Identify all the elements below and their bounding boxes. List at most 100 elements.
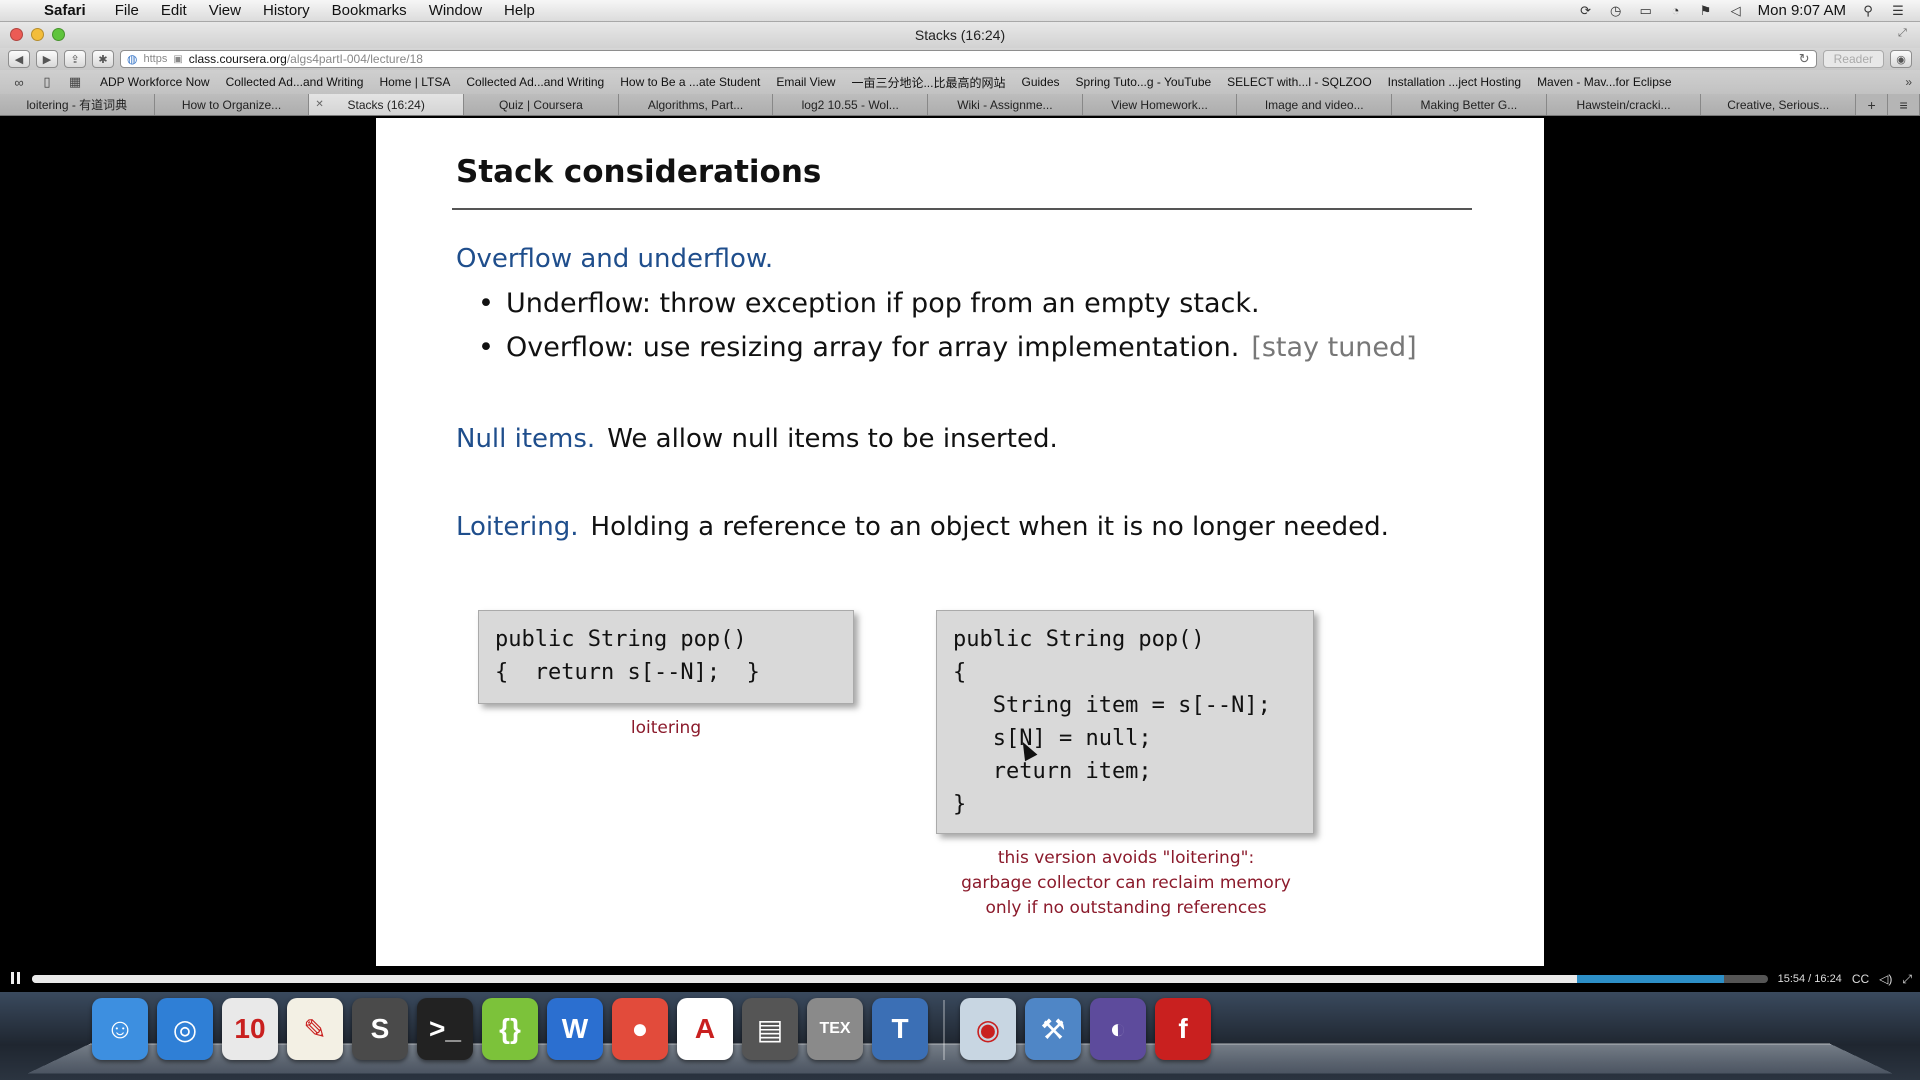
menu-bookmarks[interactable]: Bookmarks bbox=[321, 2, 418, 19]
window-title: Stacks (16:24) bbox=[914, 27, 1006, 43]
video-player[interactable]: Stack considerations Overflow and underf… bbox=[0, 116, 1920, 976]
menu-help[interactable]: Help bbox=[493, 2, 546, 19]
volume-icon[interactable]: ◁ bbox=[1728, 3, 1744, 18]
new-tab-button[interactable]: + bbox=[1856, 94, 1889, 115]
tab-label: View Homework... bbox=[1111, 97, 1208, 112]
top-sites-grid-icon[interactable]: ▦ bbox=[64, 74, 86, 90]
bullet-text: Overflow: use resizing array for array i… bbox=[506, 332, 1240, 363]
menu-edit[interactable]: Edit bbox=[150, 2, 198, 19]
tab-stacks[interactable]: ✕ Stacks (16:24) bbox=[309, 94, 465, 115]
bullet-underflow: • Underflow: throw exception if pop from … bbox=[478, 288, 1260, 319]
tab-creative[interactable]: Creative, Serious... bbox=[1701, 94, 1857, 115]
url-scheme: https bbox=[143, 53, 168, 65]
bookmarks-overflow-icon[interactable]: » bbox=[1905, 75, 1920, 89]
pause-button[interactable] bbox=[8, 972, 22, 986]
bookmark-item[interactable]: Maven - Mav...for Eclipse bbox=[1529, 75, 1679, 89]
share-icon: ⇪ bbox=[70, 53, 80, 66]
caption-line: garbage collector can reclaim memory bbox=[961, 873, 1291, 893]
reader-button[interactable]: Reader bbox=[1822, 50, 1884, 68]
dock-preview-icon[interactable]: ◉ bbox=[960, 998, 1016, 1060]
dock-finder-icon[interactable]: ☺ bbox=[92, 998, 148, 1060]
forward-button[interactable]: ▶ bbox=[36, 50, 58, 68]
fullscreen-icon[interactable]: ⤢ bbox=[1898, 27, 1912, 41]
close-tab-icon[interactable]: ✕ bbox=[315, 99, 323, 110]
wifi-icon[interactable]: ◔ bbox=[1668, 3, 1684, 18]
menu-clock[interactable]: Mon 9:07 AM bbox=[1758, 2, 1846, 19]
dock-console-icon[interactable]: ▤ bbox=[742, 998, 798, 1060]
extensions-button[interactable]: ✱ bbox=[92, 50, 114, 68]
menu-window[interactable]: Window bbox=[418, 2, 493, 19]
dock-safari-icon[interactable]: ◎ bbox=[157, 998, 213, 1060]
bookmark-item[interactable]: ADP Workforce Now bbox=[92, 75, 218, 89]
tab-view-homework[interactable]: View Homework... bbox=[1082, 94, 1238, 115]
window-title-bar: Stacks (16:24) ⤢ bbox=[0, 22, 1920, 48]
menu-file[interactable]: File bbox=[104, 2, 150, 19]
bookmarks-book-icon[interactable]: ▯ bbox=[36, 74, 58, 90]
bookmark-item[interactable]: Collected Ad...and Writing bbox=[218, 75, 372, 89]
volume-icon[interactable]: ◁) bbox=[1879, 972, 1892, 986]
caption-no-loitering: this version avoids "loitering": garbage… bbox=[906, 846, 1346, 921]
dock-terminal-icon[interactable]: >_ bbox=[417, 998, 473, 1060]
minimize-window-button[interactable] bbox=[31, 28, 44, 41]
dock-chrome-icon[interactable]: ● bbox=[612, 998, 668, 1060]
reload-icon[interactable]: ↻ bbox=[1799, 51, 1810, 67]
sync-icon[interactable]: ⟳ bbox=[1578, 3, 1594, 18]
null-items-heading: Null items. bbox=[456, 424, 596, 454]
dock-acrobat-icon[interactable]: A bbox=[677, 998, 733, 1060]
dock-textedit-icon[interactable]: ✎ bbox=[287, 998, 343, 1060]
bookmark-item[interactable]: How to Be a ...ate Student bbox=[612, 75, 768, 89]
tab-algorithms[interactable]: Algorithms, Part... bbox=[618, 94, 774, 115]
tab-making-better[interactable]: Making Better G... bbox=[1392, 94, 1547, 115]
time-machine-icon[interactable]: ◷ bbox=[1608, 3, 1624, 18]
bookmark-item[interactable]: Email View bbox=[768, 75, 843, 89]
tab-loitering[interactable]: loitering - 有道词典 bbox=[0, 94, 155, 115]
bookmark-item[interactable]: Spring Tuto...g - YouTube bbox=[1068, 75, 1220, 89]
dock-brackets-icon[interactable]: {} bbox=[482, 998, 538, 1060]
dock-texshop-icon[interactable]: TEX bbox=[807, 998, 863, 1060]
dock-calendar-icon[interactable]: 10 bbox=[222, 998, 278, 1060]
app-menu[interactable]: Safari bbox=[36, 2, 94, 19]
bookmark-item[interactable]: Home | LTSA bbox=[371, 75, 458, 89]
dock-xcode-icon[interactable]: ⚒ bbox=[1025, 998, 1081, 1060]
tab-overview-button[interactable]: ≡ bbox=[1888, 94, 1920, 115]
dock-flash-icon[interactable]: f bbox=[1155, 998, 1211, 1060]
progress-played bbox=[32, 975, 1577, 983]
tab-hawstein[interactable]: Hawstein/cracki... bbox=[1546, 94, 1702, 115]
progress-bar[interactable] bbox=[32, 975, 1768, 983]
progress-tail bbox=[1577, 975, 1725, 983]
bookmark-item[interactable]: Collected Ad...and Writing bbox=[458, 75, 612, 89]
dock-sublime-icon[interactable]: S bbox=[352, 998, 408, 1060]
tab-log2[interactable]: log2 10.55 - Wol... bbox=[773, 94, 929, 115]
close-window-button[interactable] bbox=[10, 28, 23, 41]
menu-history[interactable]: History bbox=[252, 2, 321, 19]
tab-image-video[interactable]: Image and video... bbox=[1237, 94, 1393, 115]
bookmark-item[interactable]: SELECT with...l - SQLZOO bbox=[1219, 75, 1379, 89]
status-area: ⟳ ◷ ▭ ◔ ⚑ ◁ Mon 9:07 AM ⚲ ☰ bbox=[1578, 2, 1920, 19]
bookmark-item[interactable]: 一亩三分地论...比最高的网站 bbox=[843, 74, 1013, 91]
menu-view[interactable]: View bbox=[198, 2, 252, 19]
bookmark-item[interactable]: Guides bbox=[1013, 75, 1067, 89]
dock-textwrangler-icon[interactable]: T bbox=[872, 998, 928, 1060]
bookmark-item[interactable]: Installation ...ject Hosting bbox=[1380, 75, 1529, 89]
tab-label: Algorithms, Part... bbox=[647, 97, 744, 112]
zoom-window-button[interactable] bbox=[52, 28, 65, 41]
notification-center-icon[interactable]: ☰ bbox=[1890, 3, 1906, 18]
downloads-button[interactable]: ◉ bbox=[1890, 50, 1912, 68]
tab-how-to-organize[interactable]: How to Organize... bbox=[154, 94, 310, 115]
share-button[interactable]: ⇪ bbox=[64, 50, 86, 68]
display-icon[interactable]: ▭ bbox=[1638, 3, 1654, 18]
fullscreen-icon[interactable]: ⤢ bbox=[1902, 972, 1912, 987]
address-bar[interactable]: ◍ https ▣ class.coursera.org /algs4partI… bbox=[120, 50, 1817, 68]
tab-label: Wiki - Assignme... bbox=[957, 97, 1053, 112]
url-host: class.coursera.org bbox=[188, 52, 287, 66]
tab-quiz[interactable]: Quiz | Coursera bbox=[464, 94, 619, 115]
dock-word-icon[interactable]: W bbox=[547, 998, 603, 1060]
overflow-heading: Overflow and underflow. bbox=[456, 244, 774, 274]
captions-button[interactable]: CC bbox=[1852, 972, 1869, 986]
tab-wiki[interactable]: Wiki - Assignme... bbox=[928, 94, 1083, 115]
flag-icon[interactable]: ⚑ bbox=[1698, 3, 1714, 18]
reading-list-icon[interactable]: ∞ bbox=[8, 75, 30, 90]
dock-eclipse-icon[interactable]: ◐ bbox=[1090, 998, 1146, 1060]
spotlight-search-icon[interactable]: ⚲ bbox=[1860, 3, 1876, 18]
back-button[interactable]: ◀ bbox=[8, 50, 30, 68]
